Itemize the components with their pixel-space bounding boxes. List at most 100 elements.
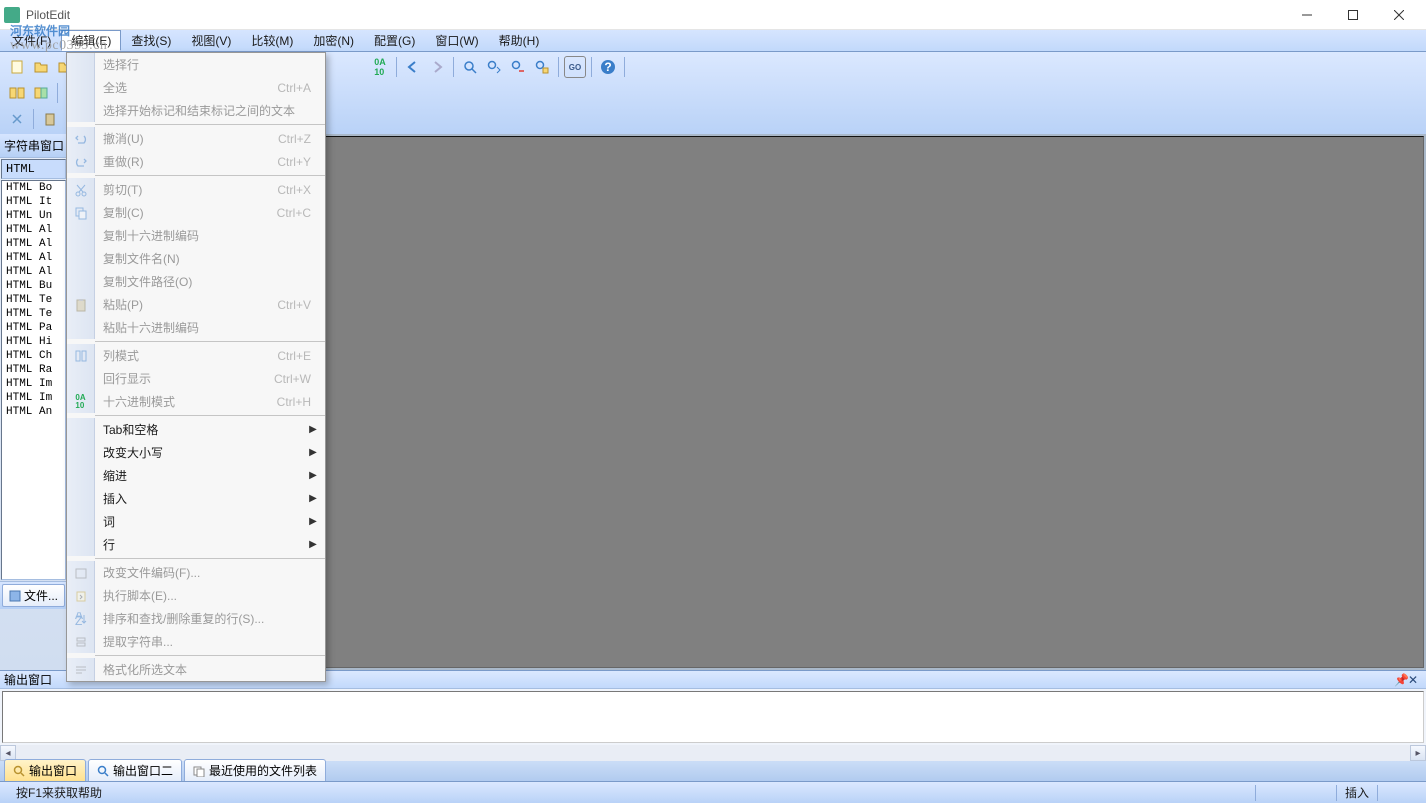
app-title: PilotEdit <box>26 8 1284 22</box>
menu-select-between-tags[interactable]: 选择开始标记和结束标记之间的文本 <box>67 99 325 122</box>
tb-nav-fwd-icon[interactable] <box>426 56 448 78</box>
menu-redo[interactable]: 重做(R)Ctrl+Y <box>67 150 325 173</box>
menu-encrypt[interactable]: 加密(N) <box>303 30 364 51</box>
menu-separator <box>95 655 325 656</box>
search-icon <box>97 765 109 777</box>
list-item[interactable]: HTML Ra <box>2 363 65 377</box>
tb-replace-icon[interactable] <box>507 56 529 78</box>
script-icon <box>74 589 88 603</box>
list-item[interactable]: HTML It <box>2 195 65 209</box>
file-tab-label: 文件... <box>24 587 58 604</box>
menu-window[interactable]: 窗口(W) <box>425 30 488 51</box>
files-icon <box>193 765 205 777</box>
list-item[interactable]: HTML Hi <box>2 335 65 349</box>
tab-output-1[interactable]: 输出窗口 <box>4 759 86 781</box>
list-item[interactable]: HTML Te <box>2 307 65 321</box>
tb-paste2-icon[interactable] <box>39 108 61 130</box>
menu-indent[interactable]: 缩进▶ <box>67 464 325 487</box>
close-button[interactable] <box>1376 0 1422 30</box>
menu-copy-filename[interactable]: 复制文件名(N) <box>67 247 325 270</box>
tab-recent-files[interactable]: 最近使用的文件列表 <box>184 759 326 781</box>
menu-select-line[interactable]: 选择行 <box>67 53 325 76</box>
tb-new-icon[interactable] <box>6 56 28 78</box>
tb-compare-icon[interactable] <box>6 82 28 104</box>
menu-paste-hex[interactable]: 粘贴十六进制编码 <box>67 316 325 339</box>
menu-copy[interactable]: 复制(C)Ctrl+C <box>67 201 325 224</box>
list-item[interactable]: HTML Te <box>2 293 65 307</box>
file-tab-button[interactable]: 文件... <box>2 584 65 607</box>
menu-compare[interactable]: 比较(M) <box>241 30 303 51</box>
menu-config[interactable]: 配置(G) <box>364 30 425 51</box>
tb-merge-icon[interactable] <box>30 82 52 104</box>
list-item[interactable]: HTML Im <box>2 391 65 405</box>
menu-copy-hex[interactable]: 复制十六进制编码 <box>67 224 325 247</box>
tb-goto-icon[interactable]: GO <box>564 56 586 78</box>
tb-find-icon[interactable] <box>459 56 481 78</box>
tb-open-icon[interactable] <box>30 56 52 78</box>
svg-text:Z: Z <box>75 614 82 626</box>
cut-icon <box>74 183 88 197</box>
pin-icon[interactable]: 📌 <box>1394 673 1408 687</box>
list-item[interactable]: HTML Un <box>2 209 65 223</box>
list-item[interactable]: HTML Al <box>2 265 65 279</box>
menu-column-mode[interactable]: 列模式Ctrl+E <box>67 344 325 367</box>
tb-hex-icon[interactable]: 0A10 <box>369 56 391 78</box>
tb-sep <box>33 109 34 129</box>
tb-cut2-icon[interactable] <box>6 108 28 130</box>
menu-sort-find[interactable]: AZ排序和查找/删除重复的行(S)... <box>67 607 325 630</box>
maximize-button[interactable] <box>1330 0 1376 30</box>
tab-label: 输出窗口二 <box>113 762 173 779</box>
output-body[interactable] <box>2 691 1424 743</box>
string-category-select[interactable]: HTML <box>1 159 66 179</box>
tb-nav-back-icon[interactable] <box>402 56 424 78</box>
tb-findnext-icon[interactable] <box>483 56 505 78</box>
menu-search[interactable]: 查找(S) <box>121 30 181 51</box>
list-item[interactable]: HTML Pa <box>2 321 65 335</box>
list-item[interactable]: HTML Ch <box>2 349 65 363</box>
undo-icon <box>74 132 88 146</box>
menu-paste[interactable]: 粘贴(P)Ctrl+V <box>67 293 325 316</box>
tab-output-2[interactable]: 输出窗口二 <box>88 759 182 781</box>
tb-help-icon[interactable]: ? <box>597 56 619 78</box>
close-panel-icon[interactable]: ✕ <box>1408 673 1422 687</box>
menu-run-script[interactable]: 执行脚本(E)... <box>67 584 325 607</box>
list-item[interactable]: HTML Im <box>2 377 65 391</box>
menu-tab-space[interactable]: Tab和空格▶ <box>67 418 325 441</box>
menu-change-encoding[interactable]: 改变文件编码(F)... <box>67 561 325 584</box>
list-item[interactable]: HTML Bu <box>2 279 65 293</box>
list-item[interactable]: HTML Al <box>2 251 65 265</box>
menu-view[interactable]: 视图(V) <box>181 30 241 51</box>
menu-edit[interactable]: 编辑(E) <box>61 30 121 51</box>
menu-line-display[interactable]: 回行显示Ctrl+W <box>67 367 325 390</box>
file-icon <box>9 590 21 602</box>
menu-help[interactable]: 帮助(H) <box>489 30 550 51</box>
menu-insert[interactable]: 插入▶ <box>67 487 325 510</box>
menu-select-all[interactable]: 全选Ctrl+A <box>67 76 325 99</box>
menu-word[interactable]: 词▶ <box>67 510 325 533</box>
string-list[interactable]: HTML BoHTML ItHTML UnHTML AlHTML AlHTML … <box>1 180 66 580</box>
menu-undo[interactable]: 撤消(U)Ctrl+Z <box>67 127 325 150</box>
menu-cut[interactable]: 剪切(T)Ctrl+X <box>67 178 325 201</box>
list-item[interactable]: HTML Bo <box>2 181 65 195</box>
menu-copy-filepath[interactable]: 复制文件路径(O) <box>67 270 325 293</box>
menu-line[interactable]: 行▶ <box>67 533 325 556</box>
string-panel: 字符串窗口 HTML HTML BoHTML ItHTML UnHTML AlH… <box>0 134 68 670</box>
statusbar: 按F1来获取帮助 插入 <box>0 781 1426 803</box>
menu-hex-mode[interactable]: 0A10十六进制模式Ctrl+H <box>67 390 325 413</box>
scroll-right-icon[interactable]: ▸ <box>1410 745 1426 761</box>
menu-separator <box>95 124 325 125</box>
encoding-icon <box>74 566 88 580</box>
menu-change-case[interactable]: 改变大小写▶ <box>67 441 325 464</box>
menu-separator <box>95 415 325 416</box>
list-item[interactable]: HTML An <box>2 405 65 419</box>
minimize-button[interactable] <box>1284 0 1330 30</box>
column-icon <box>74 349 88 363</box>
menu-format-selected[interactable]: 格式化所选文本 <box>67 658 325 681</box>
menu-extract-string[interactable]: 提取字符串... <box>67 630 325 653</box>
sort-icon: AZ <box>74 612 88 626</box>
list-item[interactable]: HTML Al <box>2 223 65 237</box>
tb-findfiles-icon[interactable] <box>531 56 553 78</box>
list-item[interactable]: HTML Al <box>2 237 65 251</box>
tb-sep <box>453 57 454 77</box>
menu-file[interactable]: 文件(F) <box>2 30 61 51</box>
